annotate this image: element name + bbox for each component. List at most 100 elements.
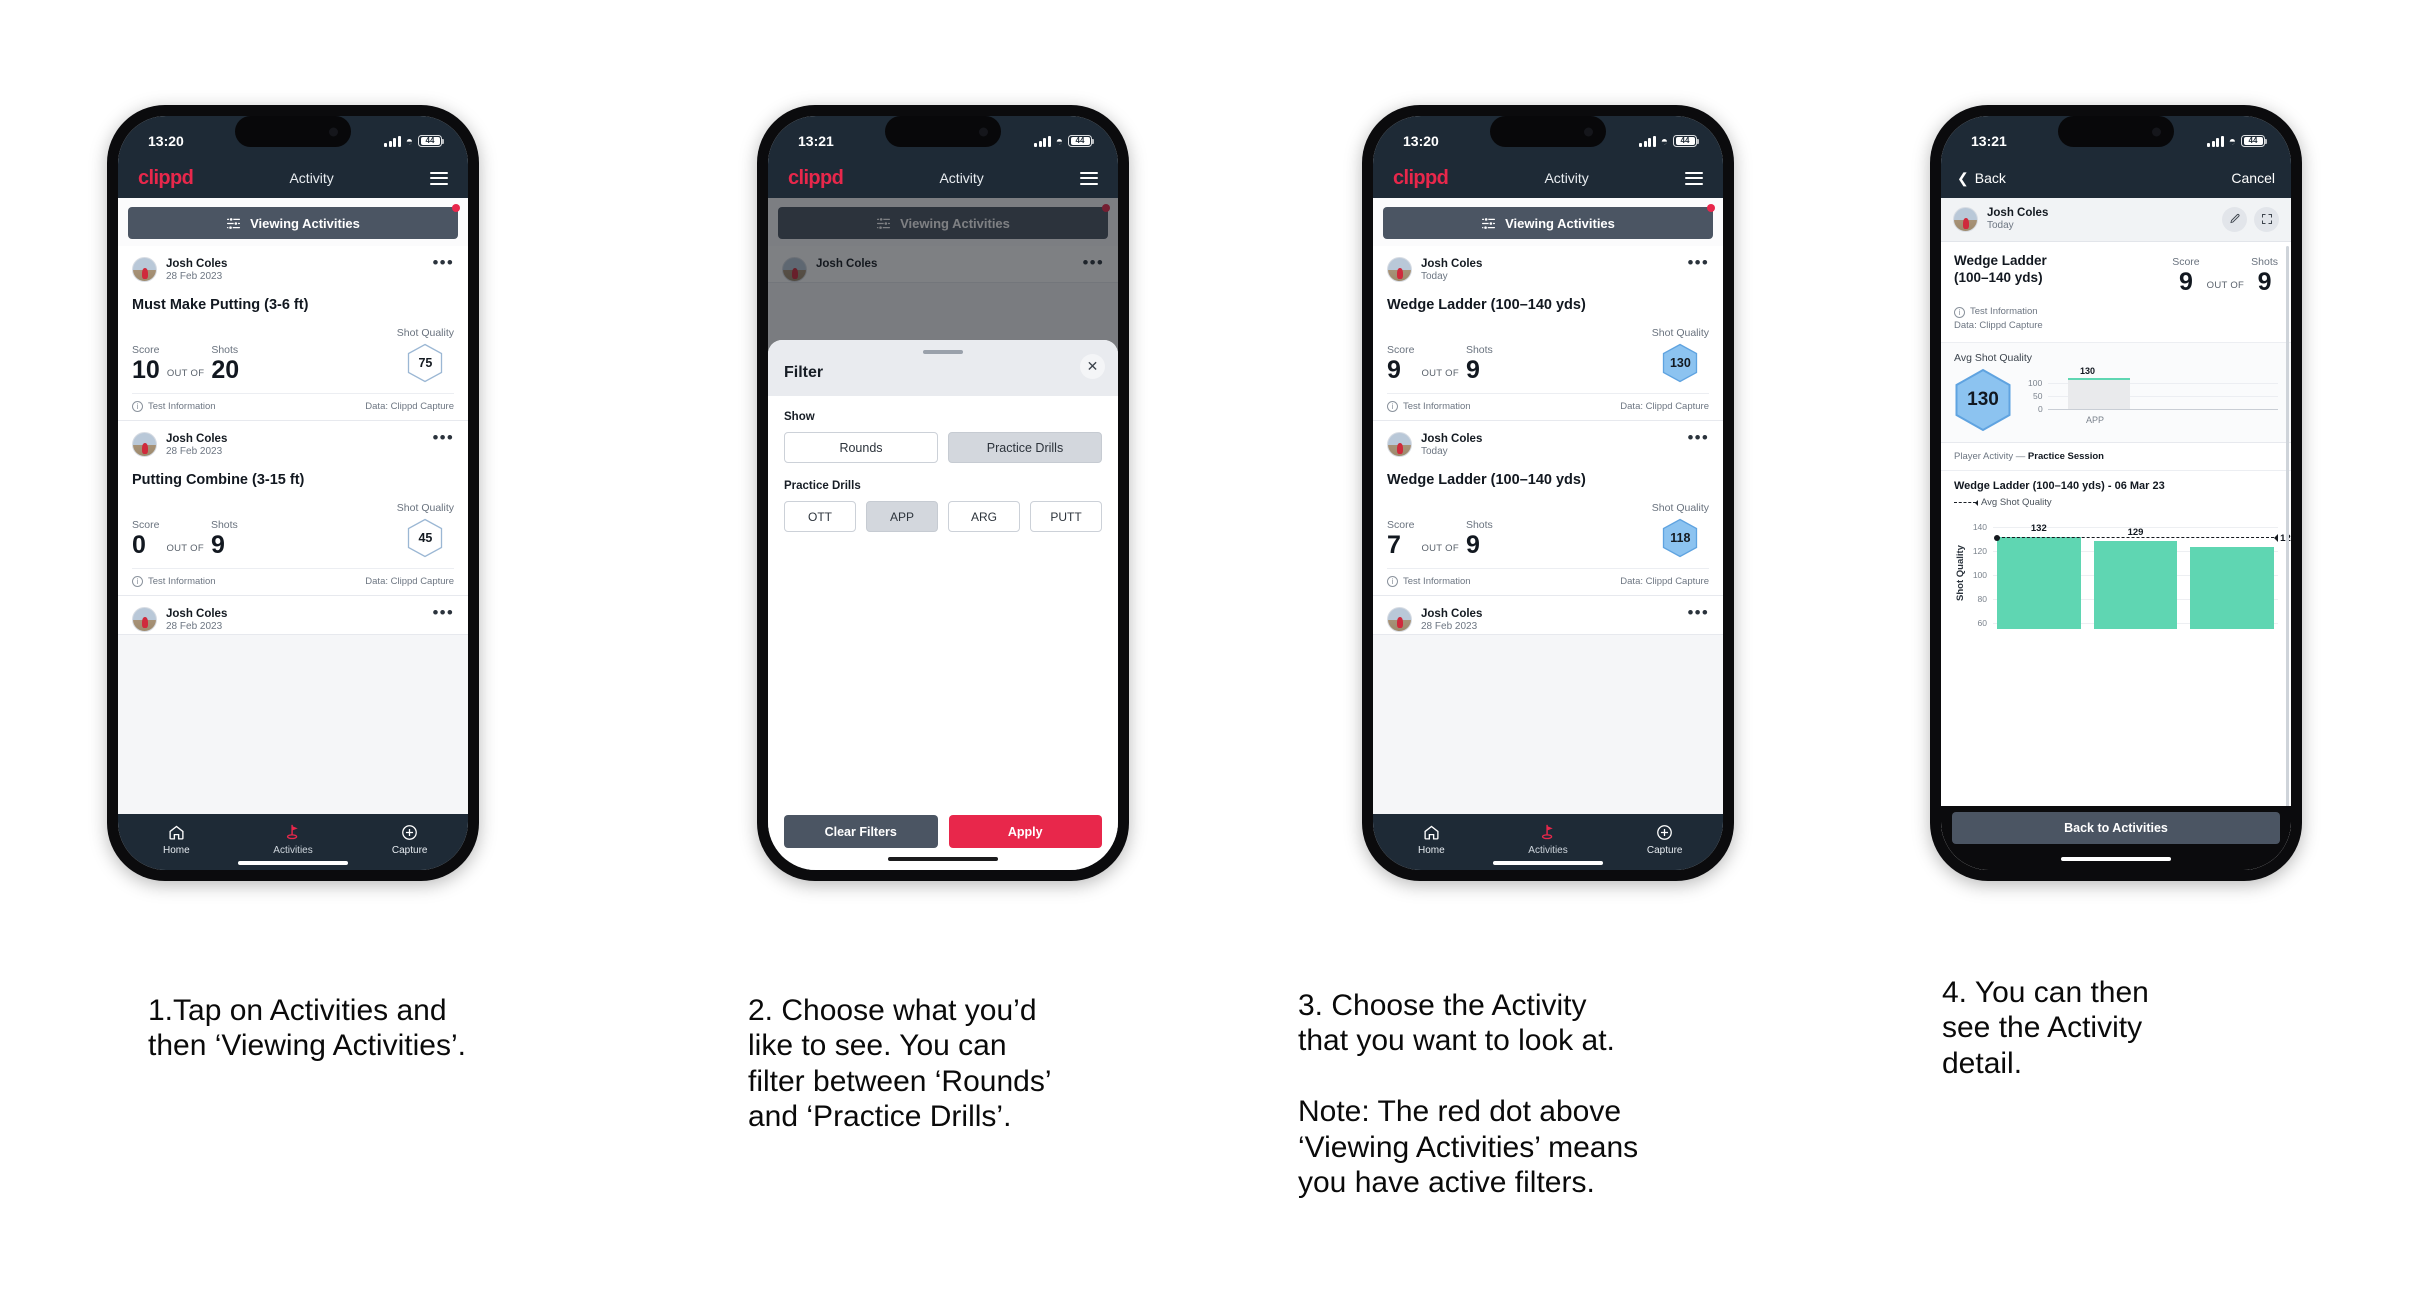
shot-quality-chart-section: Wedge Ladder (100–140 yds) - 06 Mar 23 A… (1941, 470, 2291, 630)
viewing-activities-label: Viewing Activities (1505, 215, 1615, 231)
out-of-label: OUT OF (166, 367, 205, 379)
close-icon[interactable]: ✕ (1080, 354, 1105, 379)
shots-label: Shots (2251, 255, 2278, 268)
activity-card[interactable]: Josh Coles 28 Feb 2023 ••• Putting Combi… (118, 420, 468, 596)
avg-shot-quality-line (1994, 534, 2278, 543)
plus-circle-icon (351, 823, 468, 842)
filter-chip-arg[interactable]: ARG (948, 501, 1020, 532)
card-menu-icon[interactable]: ••• (1688, 254, 1709, 271)
shots-label: Shots (211, 343, 239, 356)
tab-home[interactable]: Home (1373, 823, 1490, 856)
sliders-icon (1482, 216, 1496, 230)
status-icons: ◓ 44 (2207, 135, 2267, 147)
shot-quality-metric: Shot Quality 118 (1652, 498, 1709, 558)
tab-activities-label: Activities (1528, 844, 1568, 856)
shot-quality-badge: 75 (397, 343, 454, 383)
hamburger-icon[interactable] (1685, 171, 1703, 185)
wifi-icon: ◓ (1055, 134, 1063, 148)
card-menu-icon[interactable]: ••• (433, 429, 454, 446)
filter-chip-putt[interactable]: PUTT (1030, 501, 1102, 532)
card-menu-icon[interactable]: ••• (1688, 604, 1709, 621)
activity-card[interactable]: Josh Coles Today ••• Wedge Ladder (100–1… (1373, 420, 1723, 596)
back-to-activities-button[interactable]: Back to Activities (1952, 812, 2280, 844)
drag-handle[interactable] (923, 350, 963, 354)
ytick-0: 0 (2038, 404, 2043, 415)
expand-icon[interactable] (2254, 206, 2279, 232)
status-icons: ◓ 44 (384, 135, 444, 147)
filter-chip-rounds[interactable]: Rounds (784, 432, 938, 463)
card-footer: i Test Information Data: Clippd Capture (1387, 392, 1709, 420)
shot-quality-label: Shot Quality (1651, 501, 1709, 514)
viewing-activities-button[interactable]: Viewing Activities (1383, 207, 1713, 239)
user-date: Today (1421, 271, 1448, 283)
shot-quality-label: Shot Quality (1651, 326, 1709, 339)
hamburger-icon[interactable] (430, 171, 448, 185)
tab-home[interactable]: Home (118, 823, 235, 856)
back-label: Back (1974, 170, 2006, 186)
tab-capture[interactable]: Capture (351, 823, 468, 856)
card-header: Josh Coles Today ••• (1387, 429, 1709, 459)
phone-3: 13:20 ◓ 44 clippd Activity Viewing Activ… (1362, 105, 1734, 881)
data-source-label: Data: Clippd Capture (1620, 400, 1709, 412)
user-date: 28 Feb 2023 (166, 271, 223, 283)
test-information[interactable]: i Test Information (1387, 400, 1471, 412)
user-date: 28 Feb 2023 (166, 446, 223, 458)
tab-activities[interactable]: Activities (1490, 823, 1607, 856)
activity-card[interactable]: Josh Coles 28 Feb 2023 ••• Must Make Put… (118, 246, 468, 421)
test-information-label: Test Information (148, 400, 216, 412)
cancel-button[interactable]: Cancel (2231, 170, 2275, 186)
card-menu-icon[interactable]: ••• (433, 604, 454, 621)
scrollbar[interactable] (2286, 246, 2289, 810)
detail-user-bar: Josh Coles Today (1941, 198, 2291, 242)
test-information[interactable]: i Test Information (132, 575, 216, 587)
avatar (132, 606, 157, 632)
hamburger-icon[interactable] (1080, 171, 1098, 185)
activity-card[interactable]: Josh Coles Today ••• Wedge Ladder (100–1… (1373, 246, 1723, 421)
apply-button[interactable]: Apply (948, 815, 1102, 848)
clippd-logo[interactable]: clippd (138, 167, 194, 190)
card-user: Josh Coles 28 Feb 2023 (166, 257, 227, 284)
avatar (1387, 606, 1412, 632)
avatar (132, 257, 157, 282)
clippd-logo[interactable]: clippd (788, 167, 844, 190)
score-value: 9 (1387, 355, 1401, 384)
score-metric: Score 7 (1387, 519, 1414, 558)
shots-metric: Shots 9 (211, 519, 238, 558)
clippd-logo[interactable]: clippd (1393, 167, 1449, 190)
filter-chip-practice-drills[interactable]: Practice Drills (948, 432, 1102, 463)
battery-level: 44 (420, 137, 440, 145)
score-label: Score (2172, 255, 2200, 268)
y-axis: 140 120 100 80 60 (1967, 517, 1991, 629)
user-name: Josh Coles (1987, 207, 2049, 219)
shot-quality-value: 130 (1669, 355, 1691, 370)
page-title: Activity (289, 170, 334, 186)
card-menu-icon[interactable]: ••• (1688, 429, 1709, 446)
shots-label: Shots (1465, 343, 1493, 356)
screen-content: Josh Coles Today Wedge Ladder (100–140 y… (1941, 198, 2291, 870)
test-information[interactable]: i Test Information (132, 400, 216, 412)
bar: 124 (2190, 533, 2291, 630)
tab-activities[interactable]: Activities (235, 823, 352, 856)
tab-capture[interactable]: Capture (1606, 823, 1723, 856)
card-footer: i Test Information Data: Clippd Capture (1387, 567, 1709, 595)
activity-card[interactable]: Josh Coles 28 Feb 2023 ••• (118, 595, 468, 635)
test-information[interactable]: i Test Information (1954, 305, 2278, 319)
filter-chip-ott[interactable]: OTT (784, 501, 856, 532)
back-button[interactable]: ❮ Back (1957, 170, 2006, 187)
filter-chip-app[interactable]: APP (866, 501, 938, 532)
viewing-activities-button[interactable]: Viewing Activities (128, 207, 458, 239)
phone-4: 13:21 ◓ 44 ❮ Back Cancel Josh Coles Toda… (1930, 105, 2302, 881)
clear-filters-button[interactable]: Clear Filters (784, 815, 938, 848)
shots-metric: Shots 9 (1466, 344, 1493, 383)
activity-card[interactable]: Josh Coles 28 Feb 2023 ••• (1373, 595, 1723, 635)
signal-icon (1034, 135, 1051, 147)
axis-line (2048, 409, 2278, 411)
drill-options: OTT APP ARG PUTT (784, 501, 1102, 532)
card-menu-icon[interactable]: ••• (433, 254, 454, 271)
chart-bars: 132 129 124 (1997, 517, 2291, 630)
filter-sheet-header: Filter ✕ (768, 340, 1118, 396)
activity-title: Wedge Ladder (100–140 yds) (1387, 296, 1586, 313)
pencil-icon[interactable] (2222, 206, 2247, 232)
test-information[interactable]: i Test Information (1387, 575, 1471, 587)
card-metrics: Score 10 OUT OF Shots 20 Shot Quality 75 (132, 315, 454, 393)
